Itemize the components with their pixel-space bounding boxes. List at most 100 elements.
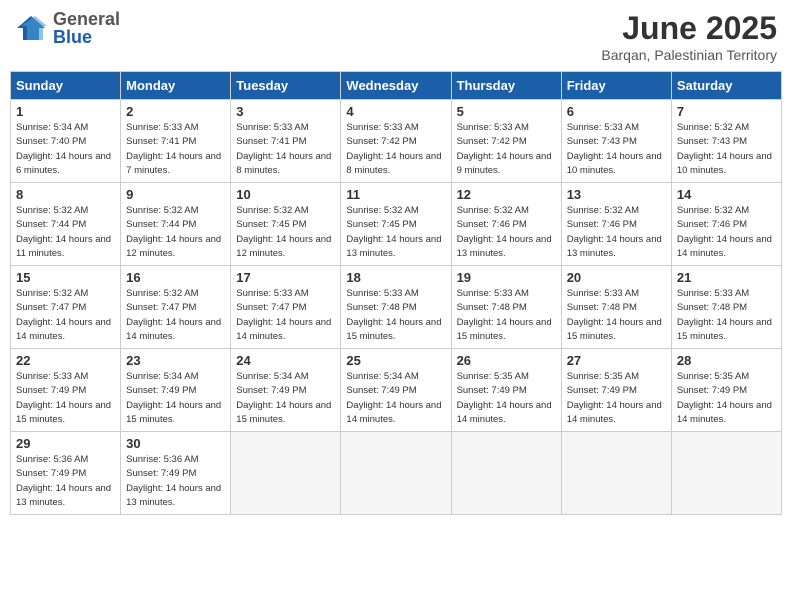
day-number: 4 bbox=[346, 104, 445, 119]
day-number: 11 bbox=[346, 187, 445, 202]
calendar-day-cell bbox=[341, 432, 451, 515]
calendar-day-cell: 29 Sunrise: 5:36 AM Sunset: 7:49 PM Dayl… bbox=[11, 432, 121, 515]
day-info: Sunrise: 5:33 AM Sunset: 7:48 PM Dayligh… bbox=[346, 287, 445, 344]
day-number: 21 bbox=[677, 270, 776, 285]
day-number: 27 bbox=[567, 353, 666, 368]
location: Barqan, Palestinian Territory bbox=[601, 47, 777, 63]
day-info: Sunrise: 5:33 AM Sunset: 7:42 PM Dayligh… bbox=[346, 121, 445, 178]
day-number: 20 bbox=[567, 270, 666, 285]
col-sunday: Sunday bbox=[11, 72, 121, 100]
col-thursday: Thursday bbox=[451, 72, 561, 100]
calendar-day-cell bbox=[561, 432, 671, 515]
calendar-day-cell: 20 Sunrise: 5:33 AM Sunset: 7:48 PM Dayl… bbox=[561, 266, 671, 349]
day-info: Sunrise: 5:33 AM Sunset: 7:47 PM Dayligh… bbox=[236, 287, 335, 344]
day-number: 30 bbox=[126, 436, 225, 451]
day-number: 12 bbox=[457, 187, 556, 202]
calendar-day-cell: 5 Sunrise: 5:33 AM Sunset: 7:42 PM Dayli… bbox=[451, 100, 561, 183]
day-number: 1 bbox=[16, 104, 115, 119]
day-number: 23 bbox=[126, 353, 225, 368]
calendar-day-cell: 23 Sunrise: 5:34 AM Sunset: 7:49 PM Dayl… bbox=[121, 349, 231, 432]
day-number: 3 bbox=[236, 104, 335, 119]
day-number: 29 bbox=[16, 436, 115, 451]
calendar-day-cell: 17 Sunrise: 5:33 AM Sunset: 7:47 PM Dayl… bbox=[231, 266, 341, 349]
day-info: Sunrise: 5:35 AM Sunset: 7:49 PM Dayligh… bbox=[567, 370, 666, 427]
day-number: 9 bbox=[126, 187, 225, 202]
calendar-day-cell: 11 Sunrise: 5:32 AM Sunset: 7:45 PM Dayl… bbox=[341, 183, 451, 266]
logo-blue: Blue bbox=[53, 28, 120, 46]
calendar-day-cell: 10 Sunrise: 5:32 AM Sunset: 7:45 PM Dayl… bbox=[231, 183, 341, 266]
calendar-week-row: 22 Sunrise: 5:33 AM Sunset: 7:49 PM Dayl… bbox=[11, 349, 782, 432]
day-number: 7 bbox=[677, 104, 776, 119]
day-info: Sunrise: 5:36 AM Sunset: 7:49 PM Dayligh… bbox=[126, 453, 225, 510]
calendar-day-cell: 16 Sunrise: 5:32 AM Sunset: 7:47 PM Dayl… bbox=[121, 266, 231, 349]
logo: General Blue bbox=[15, 10, 120, 46]
calendar-day-cell: 28 Sunrise: 5:35 AM Sunset: 7:49 PM Dayl… bbox=[671, 349, 781, 432]
day-info: Sunrise: 5:33 AM Sunset: 7:41 PM Dayligh… bbox=[126, 121, 225, 178]
day-number: 24 bbox=[236, 353, 335, 368]
day-info: Sunrise: 5:32 AM Sunset: 7:47 PM Dayligh… bbox=[126, 287, 225, 344]
col-saturday: Saturday bbox=[671, 72, 781, 100]
calendar-day-cell bbox=[671, 432, 781, 515]
calendar-day-cell: 22 Sunrise: 5:33 AM Sunset: 7:49 PM Dayl… bbox=[11, 349, 121, 432]
day-info: Sunrise: 5:33 AM Sunset: 7:48 PM Dayligh… bbox=[457, 287, 556, 344]
page-header: General Blue June 2025 Barqan, Palestini… bbox=[10, 10, 782, 63]
calendar-day-cell: 24 Sunrise: 5:34 AM Sunset: 7:49 PM Dayl… bbox=[231, 349, 341, 432]
day-info: Sunrise: 5:33 AM Sunset: 7:49 PM Dayligh… bbox=[16, 370, 115, 427]
logo-general: General bbox=[53, 10, 120, 28]
day-info: Sunrise: 5:36 AM Sunset: 7:49 PM Dayligh… bbox=[16, 453, 115, 510]
calendar-day-cell: 12 Sunrise: 5:32 AM Sunset: 7:46 PM Dayl… bbox=[451, 183, 561, 266]
day-number: 22 bbox=[16, 353, 115, 368]
day-number: 18 bbox=[346, 270, 445, 285]
day-info: Sunrise: 5:34 AM Sunset: 7:49 PM Dayligh… bbox=[346, 370, 445, 427]
col-friday: Friday bbox=[561, 72, 671, 100]
day-info: Sunrise: 5:33 AM Sunset: 7:48 PM Dayligh… bbox=[677, 287, 776, 344]
calendar-day-cell: 27 Sunrise: 5:35 AM Sunset: 7:49 PM Dayl… bbox=[561, 349, 671, 432]
title-block: June 2025 Barqan, Palestinian Territory bbox=[601, 10, 777, 63]
day-number: 28 bbox=[677, 353, 776, 368]
calendar-day-cell bbox=[231, 432, 341, 515]
calendar-day-cell: 21 Sunrise: 5:33 AM Sunset: 7:48 PM Dayl… bbox=[671, 266, 781, 349]
day-number: 26 bbox=[457, 353, 556, 368]
day-number: 15 bbox=[16, 270, 115, 285]
logo-text: General Blue bbox=[53, 10, 120, 46]
day-info: Sunrise: 5:32 AM Sunset: 7:45 PM Dayligh… bbox=[236, 204, 335, 261]
col-tuesday: Tuesday bbox=[231, 72, 341, 100]
calendar-day-cell: 7 Sunrise: 5:32 AM Sunset: 7:43 PM Dayli… bbox=[671, 100, 781, 183]
col-wednesday: Wednesday bbox=[341, 72, 451, 100]
day-number: 8 bbox=[16, 187, 115, 202]
day-number: 10 bbox=[236, 187, 335, 202]
calendar-day-cell: 13 Sunrise: 5:32 AM Sunset: 7:46 PM Dayl… bbox=[561, 183, 671, 266]
day-info: Sunrise: 5:33 AM Sunset: 7:43 PM Dayligh… bbox=[567, 121, 666, 178]
day-info: Sunrise: 5:34 AM Sunset: 7:40 PM Dayligh… bbox=[16, 121, 115, 178]
calendar-day-cell bbox=[451, 432, 561, 515]
day-info: Sunrise: 5:34 AM Sunset: 7:49 PM Dayligh… bbox=[236, 370, 335, 427]
day-info: Sunrise: 5:35 AM Sunset: 7:49 PM Dayligh… bbox=[677, 370, 776, 427]
day-number: 6 bbox=[567, 104, 666, 119]
calendar-week-row: 1 Sunrise: 5:34 AM Sunset: 7:40 PM Dayli… bbox=[11, 100, 782, 183]
calendar-week-row: 29 Sunrise: 5:36 AM Sunset: 7:49 PM Dayl… bbox=[11, 432, 782, 515]
day-info: Sunrise: 5:32 AM Sunset: 7:45 PM Dayligh… bbox=[346, 204, 445, 261]
calendar-day-cell: 30 Sunrise: 5:36 AM Sunset: 7:49 PM Dayl… bbox=[121, 432, 231, 515]
calendar-day-cell: 3 Sunrise: 5:33 AM Sunset: 7:41 PM Dayli… bbox=[231, 100, 341, 183]
calendar-day-cell: 9 Sunrise: 5:32 AM Sunset: 7:44 PM Dayli… bbox=[121, 183, 231, 266]
day-info: Sunrise: 5:33 AM Sunset: 7:48 PM Dayligh… bbox=[567, 287, 666, 344]
calendar-day-cell: 26 Sunrise: 5:35 AM Sunset: 7:49 PM Dayl… bbox=[451, 349, 561, 432]
day-number: 16 bbox=[126, 270, 225, 285]
day-info: Sunrise: 5:32 AM Sunset: 7:46 PM Dayligh… bbox=[677, 204, 776, 261]
calendar-table: Sunday Monday Tuesday Wednesday Thursday… bbox=[10, 71, 782, 515]
calendar-week-row: 15 Sunrise: 5:32 AM Sunset: 7:47 PM Dayl… bbox=[11, 266, 782, 349]
day-info: Sunrise: 5:32 AM Sunset: 7:43 PM Dayligh… bbox=[677, 121, 776, 178]
logo-icon bbox=[15, 14, 47, 42]
calendar-day-cell: 4 Sunrise: 5:33 AM Sunset: 7:42 PM Dayli… bbox=[341, 100, 451, 183]
day-info: Sunrise: 5:34 AM Sunset: 7:49 PM Dayligh… bbox=[126, 370, 225, 427]
calendar-day-cell: 18 Sunrise: 5:33 AM Sunset: 7:48 PM Dayl… bbox=[341, 266, 451, 349]
day-number: 5 bbox=[457, 104, 556, 119]
day-number: 2 bbox=[126, 104, 225, 119]
day-number: 14 bbox=[677, 187, 776, 202]
day-info: Sunrise: 5:32 AM Sunset: 7:46 PM Dayligh… bbox=[567, 204, 666, 261]
day-number: 19 bbox=[457, 270, 556, 285]
day-info: Sunrise: 5:32 AM Sunset: 7:46 PM Dayligh… bbox=[457, 204, 556, 261]
calendar-day-cell: 14 Sunrise: 5:32 AM Sunset: 7:46 PM Dayl… bbox=[671, 183, 781, 266]
day-info: Sunrise: 5:32 AM Sunset: 7:44 PM Dayligh… bbox=[126, 204, 225, 261]
calendar-day-cell: 6 Sunrise: 5:33 AM Sunset: 7:43 PM Dayli… bbox=[561, 100, 671, 183]
